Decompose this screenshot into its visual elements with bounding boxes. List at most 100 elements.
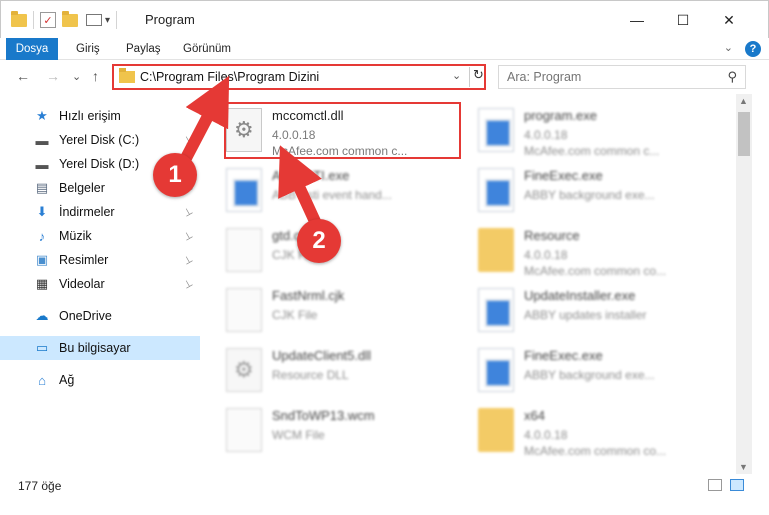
pin-icon[interactable]: ⊥ [182, 229, 195, 243]
file-item[interactable]: FineExec.exe ABBY background exe... [462, 164, 702, 224]
sidebar-item-label: Resimler [59, 253, 109, 267]
file-item[interactable]: Resource 4.0.0.18 McAfee.com common co... [462, 224, 702, 284]
file-item[interactable]: ApplySTI.exe ABBY sti event hand... [210, 164, 450, 224]
tab-share[interactable]: Paylaş [126, 38, 161, 60]
file-item[interactable]: SndToWP13.wcm WCM File [210, 404, 450, 464]
file-description: McAfee.com common co... [524, 444, 667, 458]
file-name: FastNrml.cjk [272, 288, 345, 303]
forward-icon[interactable]: → [46, 68, 60, 84]
scroll-up-icon[interactable]: ▲ [739, 96, 748, 106]
search-box[interactable]: ⚲ [498, 65, 746, 89]
close-button[interactable]: ✕ [706, 1, 752, 39]
tab-file[interactable]: Dosya [6, 38, 58, 60]
file-name: x64 [524, 408, 545, 423]
sidebar-item-label: Belgeler [59, 181, 105, 195]
file-detail: Resource DLL [272, 368, 349, 382]
pin-icon[interactable]: ⊥ [182, 277, 195, 291]
back-icon[interactable]: ← [16, 68, 30, 84]
music-icon: ♪ [38, 228, 46, 244]
network-icon: ⌂ [38, 372, 46, 388]
highlight-box [224, 102, 461, 159]
pin-icon[interactable]: ⊥ [182, 253, 195, 267]
address-bar[interactable]: C:\Program Files\Program Dizini ⌄ ↻ [112, 64, 486, 90]
file-name: UpdateClient5.dll [272, 348, 372, 363]
file-detail: 4.0.0.18 [524, 248, 568, 262]
customize-quick-access-button[interactable]: ▾ [105, 15, 110, 26]
maximize-button[interactable]: ☐ [660, 1, 706, 39]
document-icon: ▤ [35, 180, 49, 195]
status-bar: 177 öğe [0, 474, 769, 496]
sidebar-item[interactable]: ♪ Müzik ⊥ [0, 224, 200, 248]
scroll-thumb[interactable] [738, 112, 750, 156]
file-description: McAfee.com common c... [524, 144, 660, 158]
toolbar-divider [33, 11, 34, 29]
picture-icon: ▣ [35, 252, 49, 267]
pin-icon[interactable]: ⊥ [182, 133, 195, 147]
sidebar-item[interactable]: ★ Hızlı erişim [0, 104, 200, 128]
file-item[interactable]: UpdateInstaller.exe ABBY updates installe… [462, 284, 702, 344]
recent-locations-icon[interactable]: ⌄ [72, 70, 81, 83]
ribbon-expand-icon[interactable]: ⌄ [724, 41, 733, 54]
file-item[interactable]: UpdateClient5.dll Resource DLL [210, 344, 450, 404]
up-icon[interactable]: ↑ [92, 68, 99, 84]
window-title: Program [145, 12, 195, 27]
file-item[interactable]: FineExec.exe ABBY background exe... [462, 344, 702, 404]
file-name: program.exe [524, 108, 597, 123]
sidebar-item[interactable]: ▣ Resimler ⊥ [0, 248, 200, 272]
file-item[interactable]: FastNrml.cjk CJK File [210, 284, 450, 344]
video-icon: ▦ [35, 276, 49, 291]
search-input[interactable] [499, 66, 699, 88]
download-icon: ⬇ [36, 204, 48, 219]
sidebar-item-label: Müzik [59, 229, 92, 243]
help-icon[interactable]: ? [745, 41, 761, 57]
tab-home[interactable]: Giriş [76, 38, 100, 60]
sidebar-item[interactable]: ▬ Yerel Disk (C:) ⊥ [0, 128, 200, 152]
tab-view[interactable]: Görünüm [183, 38, 231, 60]
ribbon: Dosya Giriş Paylaş Görünüm ⌄ ? [0, 38, 769, 60]
tiles-view-button[interactable] [730, 479, 744, 491]
sidebar-item[interactable]: ⬇ İndirmeler ⊥ [0, 200, 200, 224]
file-description: McAfee.com common co... [524, 264, 667, 278]
sidebar-item[interactable]: ☁ OneDrive [0, 304, 200, 328]
check-icon: ✓ [43, 14, 53, 27]
file-item[interactable]: x64 4.0.0.18 McAfee.com common co... [462, 404, 702, 464]
scroll-down-icon[interactable]: ▼ [739, 462, 748, 472]
application-icon [226, 168, 262, 212]
sidebar-item-label: Yerel Disk (D:) [59, 157, 140, 171]
file-name: FineExec.exe [524, 168, 603, 183]
pin-icon[interactable]: ⊥ [182, 205, 195, 219]
file-detail: ABBY sti event hand... [272, 188, 392, 202]
sidebar-item-label: Bu bilgisayar [59, 341, 131, 355]
sidebar-item[interactable]: ▦ Videolar ⊥ [0, 272, 200, 296]
drive-icon: ▬ [35, 156, 49, 172]
details-view-button[interactable] [708, 479, 722, 491]
sidebar-item-label: Hızlı erişim [59, 109, 121, 123]
new-folder-button[interactable] [62, 10, 78, 27]
cloud-icon: ☁ [35, 308, 49, 323]
folder-icon [11, 10, 27, 27]
maximize-icon: ☐ [676, 11, 690, 28]
file-name: ApplySTI.exe [272, 168, 350, 183]
step-1-badge: 1 [153, 153, 197, 197]
minimize-button[interactable]: — [614, 1, 660, 39]
address-path[interactable]: C:\Program Files\Program Dizini [140, 70, 319, 84]
drive-icon: ▬ [35, 132, 49, 148]
sidebar-item-label: Videolar [59, 277, 105, 291]
computer-icon: ▭ [35, 340, 49, 355]
sidebar-item[interactable]: ▭ Bu bilgisayar [0, 336, 200, 360]
sidebar-item-label: İndirmeler [59, 205, 115, 219]
file-detail: ABBY updates installer [524, 308, 647, 322]
view-options-icon[interactable] [86, 14, 102, 26]
address-dropdown-icon[interactable]: ⌄ [452, 69, 461, 82]
vertical-scrollbar[interactable]: ▲ ▼ [736, 94, 752, 474]
properties-button[interactable]: ✓ [40, 12, 56, 28]
minimize-icon: — [630, 12, 644, 28]
sidebar-item[interactable]: ⌂ Ağ [0, 368, 200, 392]
refresh-icon[interactable]: ↻ [469, 67, 485, 87]
application-icon [478, 288, 514, 332]
file-name: SndToWP13.wcm [272, 408, 375, 423]
star-icon: ★ [36, 108, 48, 123]
dll-file-icon [226, 348, 262, 392]
file-item[interactable]: program.exe 4.0.0.18 McAfee.com common c..… [462, 104, 702, 164]
quick-access-toolbar: ✓ ▾ [11, 9, 123, 31]
